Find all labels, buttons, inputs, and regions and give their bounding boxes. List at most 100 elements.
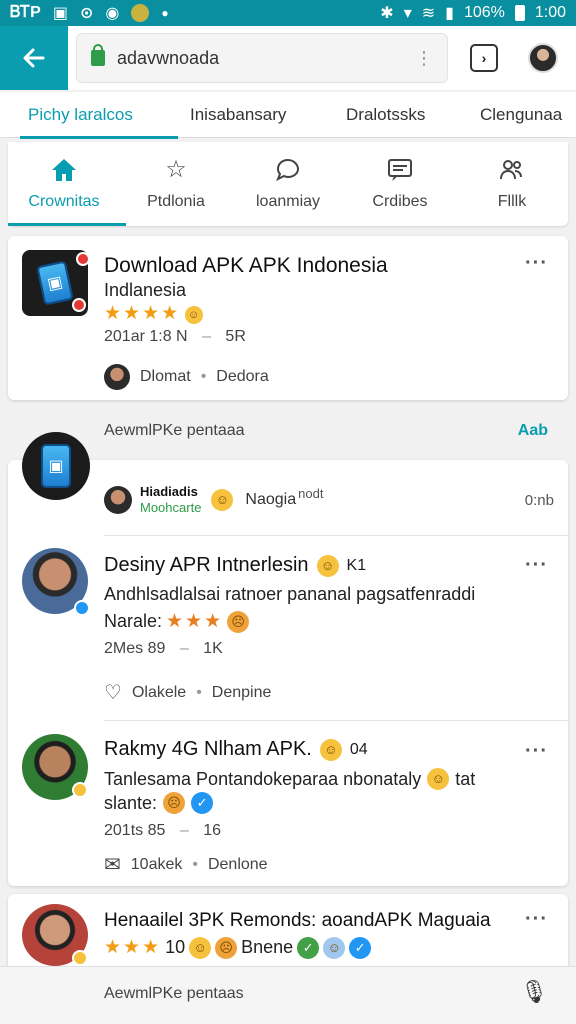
tab-clengunaa[interactable]: Clengunaa	[468, 92, 574, 138]
post-body-row: Tanlesama Pontandokeparaa nbonataly ☺ ta…	[104, 768, 475, 790]
app-icon: ▣	[22, 250, 90, 316]
people-icon	[500, 160, 522, 180]
more-options-icon[interactable]: ···	[525, 908, 548, 931]
section-title: AewmlPKe pentaaa	[104, 422, 245, 439]
post-stat-2: 16	[203, 822, 221, 839]
post-title: Rakmy 4G Nlham APK.	[104, 738, 312, 760]
nav-item-loanmiay[interactable]: loanmiay	[232, 142, 344, 226]
post-action-2[interactable]: Denlone	[208, 856, 268, 874]
battery-percent: 106%	[463, 4, 505, 21]
divider	[104, 535, 568, 536]
more-options-icon[interactable]: ···	[525, 554, 548, 577]
alarm-icon: ⊙	[79, 5, 94, 22]
nav-item-ptdlonia[interactable]: ☆ Ptdlonia	[120, 142, 232, 226]
check-icon: ✓	[191, 792, 214, 814]
post-count: 10	[165, 937, 186, 957]
emoji-icon: ☺	[211, 489, 234, 511]
post-tag-2: tat	[455, 768, 476, 789]
tab-switcher-button[interactable]: ›	[470, 44, 498, 72]
nav-item-crownitas[interactable]: Crownitas	[8, 142, 126, 226]
nav-label: Flllk	[497, 193, 527, 210]
post-title: Desiny APR Intnerlesin	[104, 554, 309, 576]
post-tag: K1	[346, 556, 367, 574]
verified-icon	[72, 782, 88, 798]
post-action-2[interactable]: Denpine	[212, 684, 272, 702]
post-stat-1: 201ts 85	[104, 822, 166, 839]
feed-header-row: Hiadiadis Moohcarte ☺ Naogia nodt 0:nb	[104, 480, 554, 520]
post-stat-2: 1K	[203, 640, 223, 657]
nav-item-flllk[interactable]: Flllk	[456, 142, 568, 226]
post-actions: ♡ Olakele • Denpine	[104, 680, 272, 705]
url-menu-icon[interactable]: ⋮	[415, 48, 433, 69]
nav-label: Ptdlonia	[147, 193, 205, 210]
verified-icon	[74, 600, 90, 616]
top-tabs: Pichy laralcos Inisabansary Dralotssks C…	[0, 92, 576, 139]
app-subtitle: Indlanesia	[104, 280, 187, 300]
post-body: Tanlesama Pontandokeparaa nbonataly	[104, 768, 422, 789]
browser-toolbar: adavwnoada ⋮ ›	[0, 26, 576, 90]
game-icon: ◉	[105, 5, 120, 22]
section-link[interactable]: Aab	[518, 422, 548, 440]
post-card: Henaailel 3PK Remonds: aoandAPK Maguaia …	[8, 894, 568, 974]
like-icon[interactable]: ♡	[104, 680, 122, 705]
more-options-icon[interactable]: ···	[525, 740, 548, 763]
divider	[104, 720, 568, 721]
mic-icon[interactable]: 🎙	[520, 979, 548, 1005]
tab-inisabansary[interactable]: Inisabansary	[178, 92, 334, 138]
check-icon: ✓	[349, 936, 372, 959]
author-avatar	[104, 364, 130, 390]
nav-label: loanmiay	[255, 193, 321, 210]
feed-card: Hiadiadis Moohcarte ☺ Naogia nodt 0:nb D…	[8, 460, 568, 886]
back-button[interactable]	[0, 26, 68, 90]
post-stat-1: 2Mes 89	[104, 640, 166, 657]
post-label: Bnene	[241, 937, 294, 957]
bottom-bar: AewmlPKe pentaas 🎙	[0, 966, 576, 1024]
tab-pichy-laralcos[interactable]: Pichy laralcos	[0, 92, 178, 139]
category-nav: Crownitas ☆ Ptdlonia loanmiay Crdibes Fl…	[8, 142, 568, 226]
post-action-1[interactable]: 10akek	[131, 856, 183, 874]
user-name: Hiadiadis	[140, 484, 198, 499]
notification-icon: ▣	[52, 5, 68, 22]
post-title: Henaailel 3PK Remonds: aoandAPK Maguaia	[104, 910, 491, 931]
app-meta: 201ar 1:8 N – 5R	[104, 328, 246, 345]
app-author-row: Dlomat • Dedora	[104, 364, 269, 390]
rating-stars: ★★★	[104, 937, 162, 958]
check-icon: ✓	[297, 936, 320, 959]
address-bar[interactable]: adavwnoada ⋮	[76, 33, 448, 83]
tab-dralotssks[interactable]: Dralotssks	[334, 92, 468, 138]
more-options-icon[interactable]: ···	[525, 252, 548, 275]
emoji-icon: ☹	[227, 610, 250, 633]
app-rating: ★★★★ ☺	[104, 302, 203, 325]
cellular-icon: ▮	[445, 5, 454, 22]
clock: 1:00	[534, 4, 566, 21]
author-name[interactable]: Dlomat	[140, 368, 191, 386]
post-title-row: Desiny APR Intnerlesin ☺ K1	[104, 554, 366, 577]
message-icon	[388, 159, 412, 181]
feed-header-text2: nodt	[298, 485, 324, 501]
nav-label: Crdibes	[372, 193, 428, 210]
url-text: adavwnoada	[117, 47, 220, 68]
post-action-1[interactable]: Olakele	[132, 684, 186, 702]
app-meta-left: 201ar 1:8 N	[104, 328, 188, 345]
app-round-icon[interactable]: ▣	[22, 432, 90, 500]
lock-icon	[91, 44, 105, 66]
wifi-icon: ≋	[421, 5, 436, 22]
profile-avatar[interactable]	[528, 43, 558, 73]
battery-icon	[514, 5, 525, 21]
emoji-icon: ☺	[319, 738, 342, 761]
app-title: Download APK APK Indonesia	[104, 254, 388, 277]
chat-icon	[276, 158, 300, 182]
badge-icon	[72, 298, 86, 312]
phone-icon: ▣	[36, 260, 74, 306]
nav-item-crdibes[interactable]: Crdibes	[344, 142, 456, 226]
app-notification-icon	[131, 4, 150, 22]
author-action[interactable]: Dedora	[216, 368, 268, 386]
featured-app-card[interactable]: ▣ Download APK APK Indonesia Indlanesia …	[8, 236, 568, 400]
back-arrow-icon	[23, 48, 45, 68]
post-tag: 04	[349, 740, 368, 758]
user-subtitle: Moohcarte	[140, 500, 202, 515]
emoji-icon: ☺	[184, 305, 203, 324]
mail-icon[interactable]: ✉	[104, 852, 121, 877]
verified-icon	[72, 950, 88, 966]
bluetooth-icon: ✱	[380, 5, 394, 22]
